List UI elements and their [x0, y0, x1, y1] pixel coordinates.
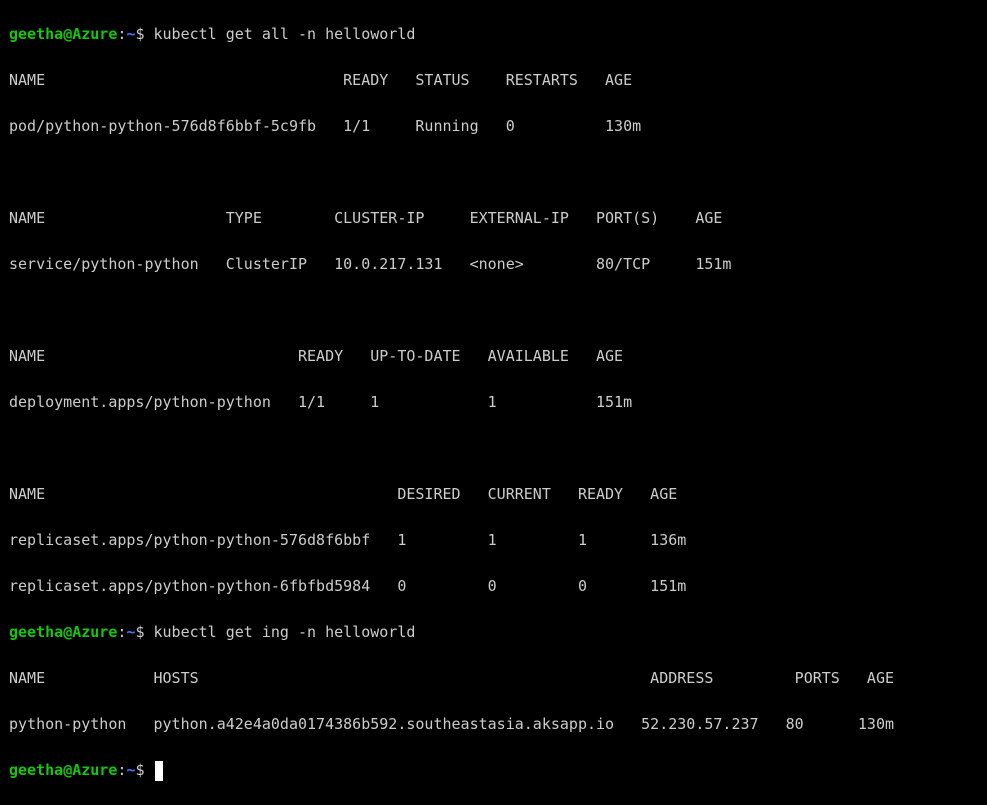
prompt-user: geetha — [9, 25, 64, 43]
prompt-line-2: geetha@Azure:~$ kubectl get ing -n hello… — [9, 621, 987, 644]
prompt-path: ~ — [126, 761, 136, 779]
terminal-window[interactable]: geetha@Azure:~$ kubectl get all -n hello… — [0, 0, 987, 781]
pods-row: pod/python-python-576d8f6bbf-5c9fb 1/1 R… — [9, 117, 642, 135]
prompt-line-3[interactable]: geetha@Azure:~$ — [9, 759, 987, 782]
prompt-dollar: $ — [135, 25, 154, 43]
command-text: kubectl get all -n helloworld — [153, 25, 416, 43]
ingress-header: NAME HOSTS ADDRESS PORTS AGE — [9, 669, 895, 687]
prompt-at: @ — [63, 623, 73, 641]
replicasets-header: NAME DESIRED CURRENT READY AGE — [9, 485, 678, 503]
prompt-dollar: $ — [135, 761, 154, 779]
prompt-at: @ — [63, 25, 73, 43]
prompt-host: Azure — [72, 761, 118, 779]
ingress-row: python-python python.a42e4a0da0174386b59… — [9, 715, 895, 733]
prompt-at: @ — [63, 761, 73, 779]
replicasets-row: replicaset.apps/python-python-576d8f6bbf… — [9, 531, 687, 549]
prompt-host: Azure — [72, 623, 118, 641]
prompt-path: ~ — [126, 623, 136, 641]
prompt-host: Azure — [72, 25, 118, 43]
deployments-header: NAME READY UP-TO-DATE AVAILABLE AGE — [9, 347, 624, 365]
services-header: NAME TYPE CLUSTER-IP EXTERNAL-IP PORT(S)… — [9, 209, 723, 227]
prompt-user: geetha — [9, 623, 64, 641]
deployments-row: deployment.apps/python-python 1/1 1 1 15… — [9, 393, 633, 411]
services-row: service/python-python ClusterIP 10.0.217… — [9, 255, 732, 273]
replicasets-row: replicaset.apps/python-python-6fbfbd5984… — [9, 577, 687, 595]
command-text: kubectl get ing -n helloworld — [153, 623, 416, 641]
prompt-colon: : — [117, 623, 127, 641]
prompt-dollar: $ — [135, 623, 154, 641]
pods-header: NAME READY STATUS RESTARTS AGE — [9, 71, 633, 89]
prompt-colon: : — [117, 761, 127, 779]
prompt-line-1: geetha@Azure:~$ kubectl get all -n hello… — [9, 23, 987, 46]
text-cursor[interactable] — [154, 760, 163, 781]
prompt-user: geetha — [9, 761, 64, 779]
